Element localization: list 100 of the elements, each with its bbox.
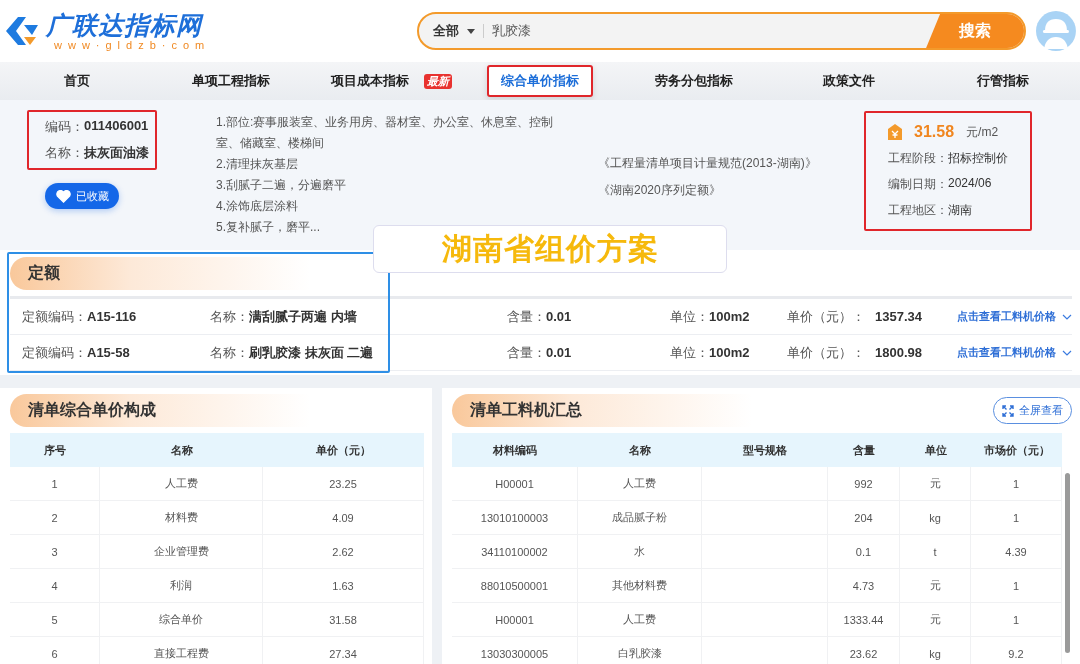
- field-label: 工程地区：: [888, 202, 948, 219]
- table-cell: 综合单价: [100, 603, 263, 637]
- field-value: 抹灰面油漆: [84, 144, 149, 162]
- table-cell: 1: [971, 467, 1062, 501]
- field-label: 定额编码：: [22, 343, 87, 362]
- table-cell: 人工费: [100, 467, 263, 501]
- table-cell: 元: [900, 467, 971, 501]
- table-cell: 23.25: [263, 467, 424, 501]
- table-cell: 5: [10, 603, 100, 637]
- material-price-link[interactable]: 点击查看工料机价格: [957, 309, 1056, 324]
- feature-text: 3.刮腻子二遍，分遍磨平: [216, 177, 347, 194]
- field-value: 2024/06: [948, 176, 992, 192]
- nav-tab[interactable]: 政策文件: [810, 67, 887, 95]
- table-cell: H00001: [452, 603, 578, 637]
- feature-text: 4.涂饰底层涂料: [216, 198, 299, 215]
- nav-tab[interactable]: 综合单价指标: [487, 65, 593, 97]
- field-label: 定额编码：: [22, 307, 87, 326]
- table-cell: 水: [578, 535, 702, 569]
- price-tag-icon: [888, 124, 902, 140]
- feature-text: 5.复补腻子，磨平...: [216, 219, 321, 236]
- logo-url: www·gldzb·com: [53, 39, 211, 51]
- table-cell: 元: [900, 569, 971, 603]
- field-label: 单位：: [670, 343, 709, 362]
- field-value: 湖南: [948, 202, 972, 219]
- table-cell: 4.39: [971, 535, 1062, 569]
- field-value: 刷乳胶漆 抹灰面 二遍: [249, 343, 374, 362]
- search-bar[interactable]: 全部 乳胶漆 搜索: [417, 12, 1027, 50]
- table-cell: 34110100002: [452, 535, 578, 569]
- callout-label: 湖南省组价方案: [373, 225, 727, 273]
- table-cell: 88010500001: [452, 569, 578, 603]
- price-unit: 元/m2: [966, 123, 999, 141]
- table-cell: 1: [10, 467, 100, 501]
- caret-icon: [467, 28, 476, 34]
- table-cell: 人工费: [578, 603, 702, 637]
- field-label: 名称：: [210, 343, 249, 362]
- expand-icon: [1002, 404, 1014, 417]
- table-cell: 人工费: [578, 467, 702, 501]
- field-label: 编码：: [45, 118, 84, 136]
- feature-text: 1.部位:赛事服装室、业务用房、器材室、办公室、休息室、控制室、储藏室、楼梯间: [216, 114, 555, 152]
- field-label: 含量：: [507, 343, 546, 362]
- column-header: 型号规格: [702, 433, 828, 467]
- field-label: 名称：: [45, 144, 84, 162]
- column-header: 含量: [828, 433, 900, 467]
- feature-text: 2.清理抹灰基层: [216, 156, 299, 173]
- table-cell: 992: [828, 467, 900, 501]
- field-value: 100m2: [709, 309, 750, 324]
- field-label: 名称：: [210, 307, 249, 326]
- table-cell: 204: [828, 501, 900, 535]
- column-header: 市场价（元）: [971, 433, 1062, 467]
- field-value: A15-58: [87, 345, 130, 360]
- table-cell: 元: [900, 603, 971, 637]
- table-cell: 4.73: [828, 569, 900, 603]
- column-header: 名称: [100, 433, 263, 467]
- table-cell: 1: [971, 501, 1062, 535]
- table-cell: 利润: [100, 569, 263, 603]
- table-cell: 直接工程费: [100, 637, 263, 664]
- nav-tab[interactable]: 单项工程指标: [180, 67, 283, 95]
- table-cell: 27.34: [263, 637, 424, 664]
- table-cell: t: [900, 535, 971, 569]
- nav-tab[interactable]: 劳务分包指标: [643, 67, 746, 95]
- table-cell: 其他材料费: [578, 569, 702, 603]
- table-cell: kg: [900, 637, 971, 664]
- chevron-down-icon[interactable]: [1062, 313, 1072, 320]
- search-field[interactable]: 乳胶漆: [484, 23, 927, 39]
- nav-tab[interactable]: 项目成本指标: [319, 67, 422, 95]
- field-label: 单位：: [670, 307, 709, 326]
- fullscreen-button[interactable]: 全屏查看: [993, 397, 1072, 424]
- column-header: 序号: [10, 433, 100, 467]
- table-cell: 0.1: [828, 535, 900, 569]
- field-value: 100m2: [709, 345, 750, 360]
- standard-text: 《湖南2020序列定额》: [598, 182, 722, 199]
- field-label: 工程阶段：: [888, 150, 948, 167]
- field-value: 011406001: [84, 118, 149, 135]
- column-header: 单价（元）: [263, 433, 424, 467]
- table-cell: 13030300005: [452, 637, 578, 664]
- table-cell: H00001: [452, 467, 578, 501]
- nav-tab[interactable]: 行管指标: [964, 67, 1041, 95]
- scrollbar[interactable]: [1065, 473, 1070, 653]
- new-badge: 最新: [424, 73, 453, 89]
- table-cell: 3: [10, 535, 100, 569]
- field-value: A15-116: [87, 309, 137, 324]
- chevron-down-icon[interactable]: [1062, 349, 1072, 356]
- material-price-link[interactable]: 点击查看工料机价格: [957, 345, 1056, 360]
- field-label: 单价（元）：: [787, 343, 865, 362]
- favorite-button[interactable]: 已收藏: [45, 183, 119, 209]
- nav-tab[interactable]: 首页: [52, 67, 103, 95]
- column-header: 名称: [578, 433, 702, 467]
- table-cell: 9.2: [971, 637, 1062, 664]
- standard-text: 《工程量清单项目计量规范(2013-湖南)》: [598, 155, 818, 172]
- table-cell: 1: [971, 603, 1062, 637]
- table-cell: 23.62: [828, 637, 900, 664]
- field-value: 0.01: [546, 309, 572, 324]
- scope-dropdown[interactable]: 全部: [419, 22, 484, 40]
- field-value: 1800.98: [875, 345, 922, 360]
- table-cell: 4.09: [263, 501, 424, 535]
- table-cell: 1: [971, 569, 1062, 603]
- field-label: 单价（元）：: [787, 307, 865, 326]
- field-label: 编制日期：: [888, 176, 948, 193]
- table-cell: 1.63: [263, 569, 424, 603]
- field-value: 1357.34: [875, 309, 922, 324]
